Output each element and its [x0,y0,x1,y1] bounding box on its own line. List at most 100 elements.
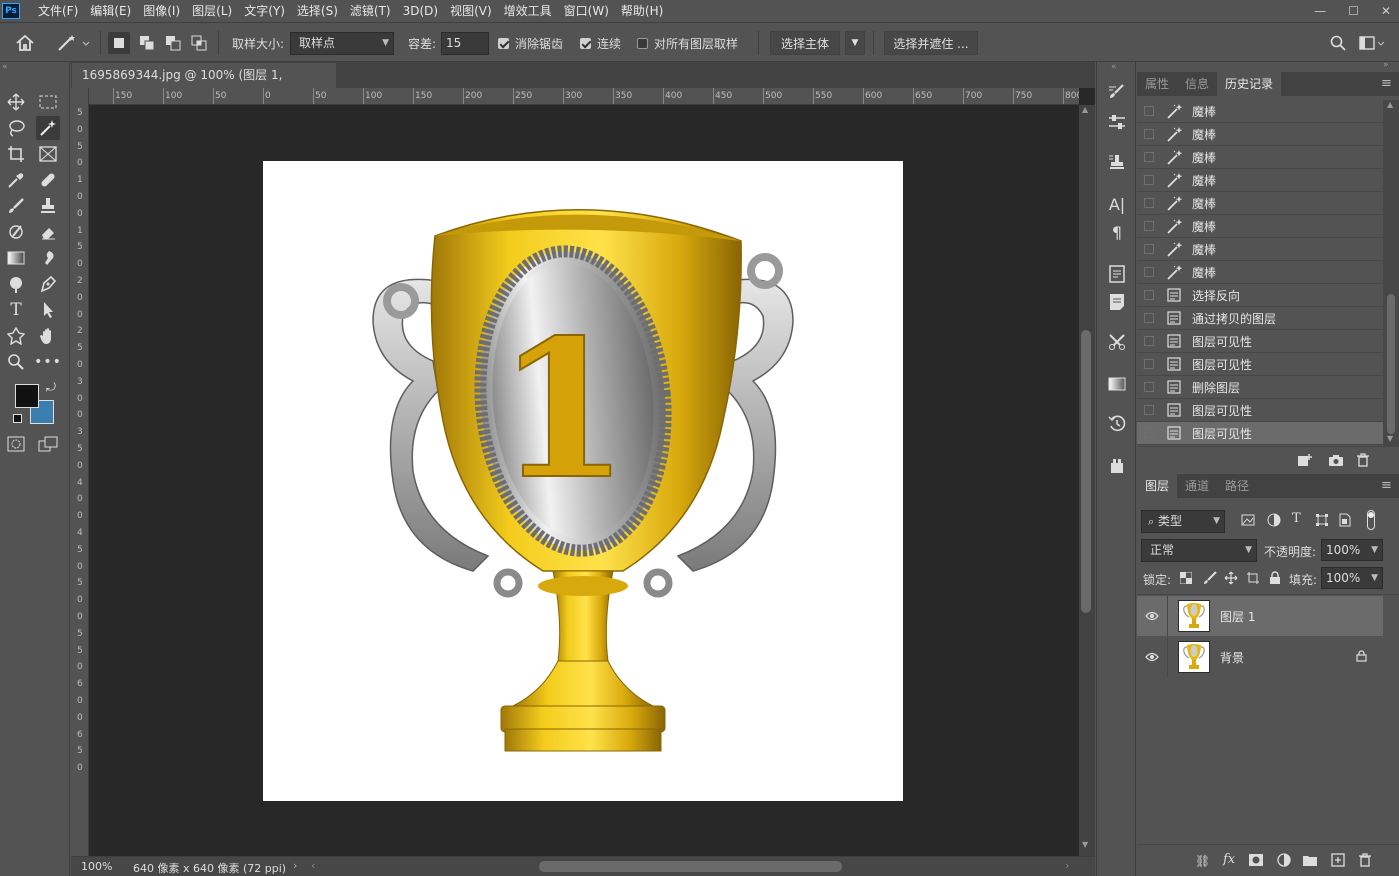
lock-position-icon[interactable] [1224,571,1238,588]
clone-source-icon[interactable] [1105,150,1129,174]
select-and-mask-button[interactable]: 选择并遮住 ... [884,31,978,55]
history-item[interactable]: 魔棒 [1137,261,1383,284]
document-tab[interactable]: 1695869344.jpg @ 100% (图层 1, RGB/8#) * × [72,63,336,106]
filter-adjustment-icon[interactable] [1267,513,1281,530]
type-tool-icon[interactable]: T [4,298,28,322]
link-layers-icon[interactable]: ⛓ [1195,854,1210,868]
scroll-down-icon[interactable]: ▼ [1082,840,1088,849]
gradients-icon[interactable] [1105,372,1129,396]
history-snapshot-checkbox[interactable] [1144,428,1154,438]
smudge-tool-icon[interactable] [36,246,60,270]
history-item[interactable]: 图层可见性 [1137,353,1383,376]
tab-history[interactable]: 历史记录 [1217,72,1282,96]
new-adjustment-layer-icon[interactable] [1277,853,1291,870]
history-item[interactable]: 通过拷贝的图层 [1137,307,1383,330]
pen-tool-icon[interactable] [36,272,60,296]
character-icon[interactable]: A| [1105,192,1129,216]
brush-tool-icon[interactable] [4,194,28,218]
history-item[interactable]: 魔棒 [1137,123,1383,146]
intersect-selection-icon[interactable] [188,32,210,54]
notes-icon[interactable] [1105,262,1129,286]
panel-menu-icon[interactable]: ≡ [1381,478,1392,493]
hand-tool-icon[interactable] [36,324,60,348]
menu-image[interactable]: 图像(I) [137,0,186,22]
add-mask-icon[interactable] [1249,854,1263,869]
delete-layer-icon[interactable] [1358,853,1372,870]
subtract-from-selection-icon[interactable] [162,32,184,54]
collapse-icon[interactable]: « [2,62,8,72]
history-item[interactable]: 删除图层 [1137,376,1383,399]
layer-thumbnail[interactable] [1178,641,1210,673]
tab-paths[interactable]: 路径 [1217,474,1257,498]
history-item[interactable]: 魔棒 [1137,238,1383,261]
sample-size-dropdown[interactable]: 取样点 ▼ [290,32,394,55]
tool-preset-magic-wand-icon[interactable] [56,33,92,53]
add-to-selection-icon[interactable] [136,32,158,54]
history-snapshot-checkbox[interactable] [1144,106,1154,116]
menu-file[interactable]: 文件(F) [32,0,84,22]
plugins-icon[interactable] [1105,454,1129,478]
history-snapshot-checkbox[interactable] [1144,244,1154,254]
magic-wand-tool-icon[interactable] [36,116,60,140]
tolerance-input[interactable]: 15 [441,32,489,55]
frame-tool-icon[interactable] [36,142,60,166]
layer-name[interactable]: 背景 [1220,649,1356,666]
layer-row[interactable]: 背景 [1137,637,1383,677]
close-window-button[interactable]: ✕ [1381,4,1391,18]
dodge-tool-icon[interactable] [4,272,28,296]
menu-type[interactable]: 文字(Y) [238,0,291,22]
history-snapshot-checkbox[interactable] [1144,221,1154,231]
lock-transparent-pixels-icon[interactable] [1179,571,1193,587]
new-layer-icon[interactable] [1331,853,1345,870]
history-scrollbar[interactable]: ▲ ▼ [1383,100,1399,446]
menu-layer[interactable]: 图层(L) [186,0,238,22]
vertical-ruler[interactable]: 5 0 5 0 1 0 0 1 5 0 2 0 0 2 5 0 3 0 0 3 5 0 4 0 0 4 5 0 5 0 0 5 5 0 6 0 0 6 5 0 [71,88,89,856]
history-brush-tool-icon[interactable] [4,220,28,244]
menu-help[interactable]: 帮助(H) [615,0,669,22]
history-snapshot-checkbox[interactable] [1144,382,1154,392]
new-snapshot-icon[interactable] [1328,453,1344,470]
tab-properties[interactable]: 属性 [1137,72,1177,96]
history-icon[interactable] [1105,412,1129,436]
history-snapshot-checkbox[interactable] [1144,313,1154,323]
layer-style-fx-icon[interactable]: fx [1223,852,1235,867]
adjustments-sliders-icon[interactable] [1105,110,1129,134]
vertical-scroll-thumb[interactable] [1081,330,1091,613]
history-item[interactable]: 魔棒 [1137,215,1383,238]
visibility-eye-icon[interactable] [1145,652,1159,662]
zoom-tool-icon[interactable] [4,350,28,374]
layer-name[interactable]: 图层 1 [1220,608,1383,625]
scroll-down-icon[interactable]: ▼ [1387,434,1393,443]
history-scroll-thumb[interactable] [1387,294,1395,434]
menu-view[interactable]: 视图(V) [444,0,498,22]
brush-settings-icon[interactable] [1105,80,1129,104]
select-subject-dropdown[interactable]: ▼ [845,31,865,55]
home-icon[interactable] [14,33,36,53]
menu-window[interactable]: 窗口(W) [558,0,615,22]
blend-mode-dropdown[interactable]: 正常 ▼ [1141,539,1257,562]
tab-channels[interactable]: 通道 [1177,474,1217,498]
glyphs-icon[interactable] [1105,290,1129,314]
scroll-up-icon[interactable]: ▲ [1082,105,1088,114]
scroll-up-icon[interactable]: ▲ [1387,100,1393,109]
menu-select[interactable]: 选择(S) [291,0,344,22]
filter-type-icon[interactable]: T [1292,511,1301,526]
shape-tool-icon[interactable] [4,324,28,348]
tool-presets-icon[interactable] [1105,330,1129,354]
more-tools-icon[interactable]: ••• [34,350,61,374]
move-tool-icon[interactable] [4,90,28,114]
history-item[interactable]: 魔棒 [1137,100,1383,123]
history-snapshot-checkbox[interactable] [1144,152,1154,162]
crop-tool-icon[interactable] [4,142,28,166]
layer-filter-dropdown[interactable]: ⌕ 类型 ▼ [1141,510,1225,533]
collapse-icon[interactable]: « [1111,62,1117,72]
marquee-tool-icon[interactable] [36,90,60,114]
lock-all-icon[interactable] [1269,571,1281,588]
search-icon[interactable] [1328,33,1348,53]
zoom-level[interactable]: 100% [81,860,112,873]
collapse-panels-icon[interactable]: » [1383,60,1389,70]
history-snapshot-checkbox[interactable] [1144,267,1154,277]
history-snapshot-checkbox[interactable] [1144,175,1154,185]
filter-pixel-icon[interactable] [1241,514,1255,529]
scroll-left-icon[interactable]: ‹ [311,859,315,872]
